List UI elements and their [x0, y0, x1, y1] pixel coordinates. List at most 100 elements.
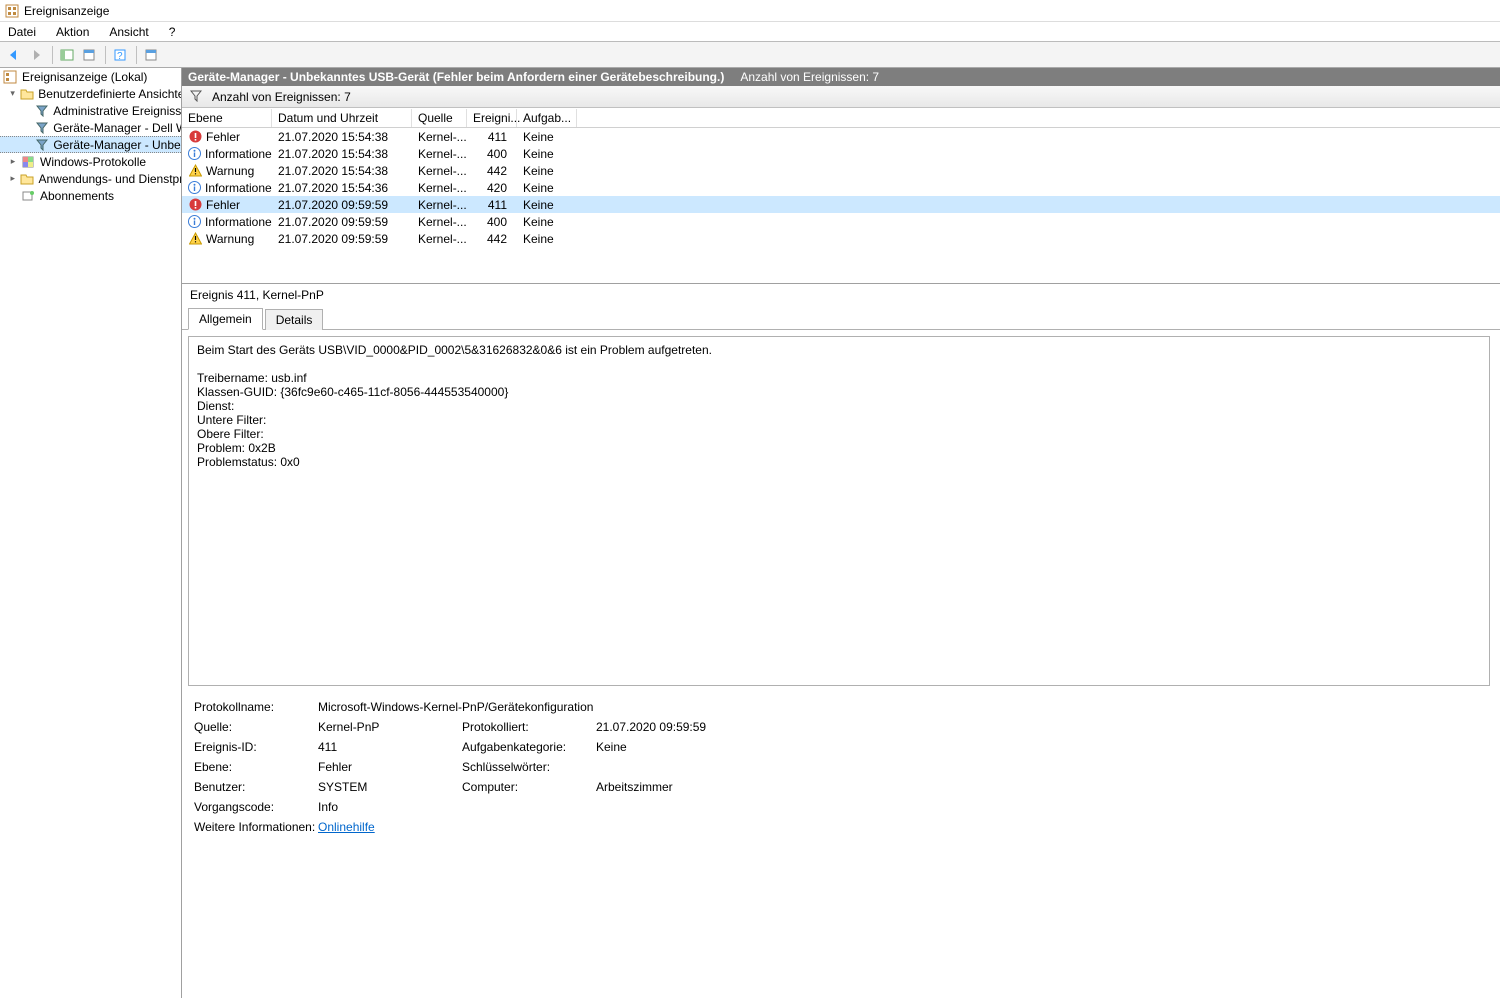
title-bar: Ereignisanzeige: [0, 0, 1500, 22]
event-source: Kernel-...: [412, 181, 467, 195]
forward-button[interactable]: [26, 45, 46, 65]
navigation-tree[interactable]: Ereignisanzeige (Lokal) ▾ Benutzerdefini…: [0, 68, 182, 998]
info-icon: [188, 215, 201, 229]
toolbar-separator: [52, 46, 53, 64]
taskcat-label: Aufgabenkategorie:: [462, 740, 592, 754]
tree-admin-events-label: Administrative Ereignisse: [53, 104, 181, 118]
tab-details[interactable]: Details: [265, 309, 324, 330]
eventid-value: 411: [318, 740, 458, 754]
tree-dev-dell[interactable]: Geräte-Manager - Dell W: [0, 119, 181, 136]
tree-windows-logs-label: Windows-Protokolle: [40, 155, 146, 169]
refresh-button[interactable]: [141, 45, 161, 65]
detail-tabs: Allgemein Details: [182, 308, 1500, 330]
event-level: Fehler: [206, 130, 240, 144]
event-source: Kernel-...: [412, 215, 467, 229]
event-id: 400: [467, 215, 517, 229]
expand-icon[interactable]: ▾: [8, 88, 17, 99]
online-help-link[interactable]: Onlinehilfe: [318, 820, 375, 834]
tree-dev-dell-label: Geräte-Manager - Dell W: [53, 121, 181, 135]
event-datetime: 21.07.2020 15:54:36: [272, 181, 412, 195]
col-taskcat[interactable]: Aufgab...: [517, 109, 577, 127]
event-task: Keine: [517, 198, 577, 212]
event-list[interactable]: Ebene Datum und Uhrzeit Quelle Ereigni..…: [182, 108, 1500, 284]
filter-icon: [34, 103, 49, 119]
event-viewer-icon: [2, 69, 18, 85]
event-row[interactable]: Warnung21.07.2020 15:54:38Kernel-...442K…: [182, 162, 1500, 179]
properties-button[interactable]: [79, 45, 99, 65]
filter-icon: [34, 137, 49, 153]
level-value: Fehler: [318, 760, 458, 774]
tree-custom-views[interactable]: ▾ Benutzerdefinierte Ansichten: [0, 85, 181, 102]
event-task: Keine: [517, 147, 577, 161]
keywords-value: [596, 760, 796, 774]
warn-icon: [188, 164, 202, 178]
tree-subscriptions-label: Abonnements: [40, 189, 114, 203]
event-row[interactable]: Fehler21.07.2020 15:54:38Kernel-...411Ke…: [182, 128, 1500, 145]
event-id: 411: [467, 130, 517, 144]
window-title: Ereignisanzeige: [24, 4, 109, 18]
event-row[interactable]: Informationen21.07.2020 15:54:38Kernel-.…: [182, 145, 1500, 162]
tree-dev-unknown[interactable]: Geräte-Manager - Unbek: [0, 136, 181, 153]
menu-file[interactable]: Datei: [8, 25, 36, 39]
event-datetime: 21.07.2020 09:59:59: [272, 215, 412, 229]
event-source: Kernel-...: [412, 232, 467, 246]
tree-windows-logs[interactable]: ▸ Windows-Protokolle: [0, 153, 181, 170]
event-task: Keine: [517, 130, 577, 144]
tree-root[interactable]: Ereignisanzeige (Lokal): [0, 68, 181, 85]
filter-bar: Anzahl von Ereignissen: 7: [182, 86, 1500, 108]
menu-help[interactable]: ?: [169, 25, 176, 39]
tree-app-service-logs[interactable]: ▸ Anwendungs- und Dienstpro: [0, 170, 181, 187]
tree-subscriptions[interactable]: Abonnements: [0, 187, 181, 204]
show-hide-tree-button[interactable]: [57, 45, 77, 65]
opcode-value: Info: [318, 800, 458, 814]
app-icon: [4, 3, 20, 19]
tree-dev-unknown-label: Geräte-Manager - Unbek: [53, 138, 181, 152]
expand-icon[interactable]: ▸: [8, 156, 18, 167]
event-row[interactable]: Informationen21.07.2020 15:54:36Kernel-.…: [182, 179, 1500, 196]
svg-text:?: ?: [117, 51, 123, 62]
event-datetime: 21.07.2020 09:59:59: [272, 198, 412, 212]
level-label: Ebene:: [194, 760, 314, 774]
header-count: Anzahl von Ereignissen: 7: [740, 70, 879, 84]
col-source[interactable]: Quelle: [412, 109, 467, 127]
subscriptions-icon: [20, 188, 36, 204]
error-icon: [188, 130, 202, 144]
col-datetime[interactable]: Datum und Uhrzeit: [272, 109, 412, 127]
log-name-value: Microsoft-Windows-Kernel-PnP/Gerätekonfi…: [318, 700, 796, 714]
menu-action[interactable]: Aktion: [56, 25, 89, 39]
event-level: Warnung: [206, 164, 254, 178]
event-source: Kernel-...: [412, 164, 467, 178]
event-list-header[interactable]: Ebene Datum und Uhrzeit Quelle Ereigni..…: [182, 108, 1500, 128]
back-button[interactable]: [4, 45, 24, 65]
expand-icon[interactable]: ▸: [8, 173, 17, 184]
event-id: 442: [467, 232, 517, 246]
detail-pane: Ereignis 411, Kernel-PnP Allgemein Detai…: [182, 284, 1500, 998]
eventid-label: Ereignis-ID:: [194, 740, 314, 754]
event-level: Informationen: [205, 215, 272, 229]
computer-value: Arbeitszimmer: [596, 780, 796, 794]
help-button[interactable]: ?: [110, 45, 130, 65]
detail-message[interactable]: Beim Start des Geräts USB\VID_0000&PID_0…: [188, 336, 1490, 686]
event-task: Keine: [517, 215, 577, 229]
header-bar: Geräte-Manager - Unbekanntes USB-Gerät (…: [182, 68, 1500, 86]
event-row[interactable]: Warnung21.07.2020 09:59:59Kernel-...442K…: [182, 230, 1500, 247]
info-icon: [188, 181, 201, 195]
event-row[interactable]: Fehler21.07.2020 09:59:59Kernel-...411Ke…: [182, 196, 1500, 213]
tree-custom-views-label: Benutzerdefinierte Ansichten: [38, 87, 181, 101]
event-row[interactable]: Informationen21.07.2020 09:59:59Kernel-.…: [182, 213, 1500, 230]
col-eventid[interactable]: Ereigni...: [467, 109, 517, 127]
event-level: Warnung: [206, 232, 254, 246]
col-level[interactable]: Ebene: [182, 109, 272, 127]
event-source: Kernel-...: [412, 130, 467, 144]
menu-view[interactable]: Ansicht: [109, 25, 148, 39]
opcode-label: Vorgangscode:: [194, 800, 314, 814]
windows-logs-icon: [20, 154, 36, 170]
logged-label: Protokolliert:: [462, 720, 592, 734]
event-level: Informationen: [205, 147, 272, 161]
tab-general[interactable]: Allgemein: [188, 308, 263, 330]
logged-value: 21.07.2020 09:59:59: [596, 720, 796, 734]
event-source: Kernel-...: [412, 198, 467, 212]
event-datetime: 21.07.2020 15:54:38: [272, 164, 412, 178]
tree-admin-events[interactable]: Administrative Ereignisse: [0, 102, 181, 119]
event-id: 400: [467, 147, 517, 161]
